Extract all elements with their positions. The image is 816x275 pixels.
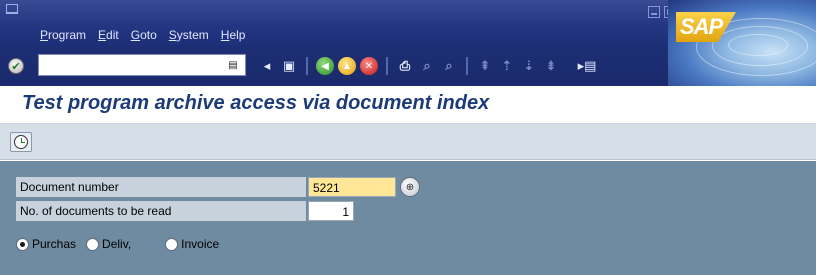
minimize-icon[interactable] [648,6,660,18]
menu-system[interactable]: System [169,28,209,42]
title-bar: Test program archive access via document… [0,86,816,124]
menu-program-mnemonic: P [40,28,49,42]
menu-help-label: elp [229,28,246,42]
first-page-icon[interactable]: ⇞ [476,57,494,75]
menu-goto-mnemonic: G [130,28,141,42]
menu-edit[interactable]: Edit [98,28,119,42]
find-next-icon[interactable]: ⌕ [440,57,458,75]
cancel-icon[interactable]: ✕ [360,57,378,75]
menu-list: Program Edit Goto System Help [40,28,257,42]
sap-logo-text: SAP [680,14,723,39]
radio-invoice[interactable]: Invoice [165,237,219,251]
radio-purchas-dot[interactable] [16,237,29,251]
toolbar-separator [568,57,570,75]
menu-system-mnemonic: S [168,28,177,42]
menu-edit-label: dit [106,28,119,42]
document-number-label: Document number [16,177,306,197]
menu-program-label: rogram [48,28,87,42]
find-icon[interactable]: ⌕ [418,57,436,75]
menu-goto-label: oto [140,28,157,42]
enter-icon[interactable]: ✔ [8,58,24,74]
radio-invoice-label: Invoice [181,237,220,251]
command-field[interactable] [38,54,246,76]
documents-to-read-label: No. of documents to be read [16,201,306,221]
toolbar-separator [386,57,388,75]
create-session-icon[interactable]: ▸▤ [578,57,597,75]
radio-deliv[interactable]: Deliv, [86,237,131,251]
menu-goto[interactable]: Goto [131,28,157,42]
radio-purchas[interactable]: Purchas [16,237,76,251]
execute-button[interactable] [10,132,32,152]
toolbar-separator [306,57,308,75]
command-history-icon[interactable]: ▤ [224,56,242,74]
execute-icon [14,135,28,149]
menu-help[interactable]: Help [221,28,246,42]
back-icon[interactable]: ◀ [316,57,334,75]
toolbar-icons: ◂ ▣ ◀ ▲ ✕ ⎙ ⌕ ⌕ ⇞ ⇡ ⇣ ⇟ ▸▤ [258,56,600,76]
radio-invoice-dot[interactable] [165,237,179,251]
radio-deliv-label: Deliv, [102,237,132,251]
save-icon[interactable]: ▣ [280,57,298,75]
document-type-radio-group: Purchas Deliv, Invoice [16,234,229,254]
exit-icon[interactable]: ▲ [338,57,356,75]
standard-toolbar: ✔ ▤ ◂ ▣ ◀ ▲ ✕ ⎙ ⌕ ⌕ ⇞ ⇡ ⇣ ⇟ ▸▤ [0,46,668,86]
previous-page-icon[interactable]: ⇡ [498,57,516,75]
radio-purchas-label: Purchas [32,237,77,251]
document-number-row: Document number 5221 ⊕ [16,177,436,197]
print-icon[interactable]: ⎙ [396,57,414,75]
menu-edit-mnemonic: E [98,28,107,42]
toolbar-separator [466,57,468,75]
menu-system-label: ystem [176,28,209,42]
selection-screen: Document number 5221 ⊕ No. of documents … [0,161,816,275]
radio-deliv-dot[interactable] [86,237,100,251]
possible-entries-icon[interactable]: ⊕ [400,177,420,197]
menu-program[interactable]: Program [40,28,86,42]
collapse-command-icon[interactable]: ◂ [258,57,276,75]
application-toolbar [0,124,816,160]
last-page-icon[interactable]: ⇟ [542,57,560,75]
system-menu-icon[interactable] [6,4,18,14]
next-page-icon[interactable]: ⇣ [520,57,538,75]
documents-to-read-input[interactable]: 1 [308,201,354,221]
document-number-input[interactable]: 5221 [308,177,396,197]
documents-to-read-row: No. of documents to be read 1 [16,201,436,221]
page-title: Test program archive access via document… [22,92,490,114]
